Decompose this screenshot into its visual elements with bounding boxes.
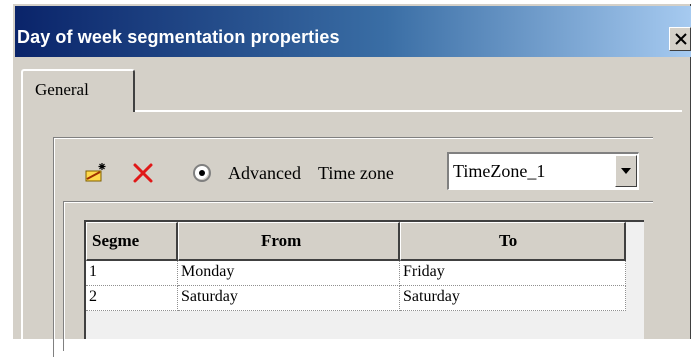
close-x-icon [675,33,687,45]
general-tab-panel [21,110,682,350]
close-button[interactable] [669,27,691,51]
dialog-title: Day of week segmentation properties [17,27,340,47]
tab-general-label: General [35,80,89,99]
title-bar[interactable]: Day of week segmentation properties [15,6,691,57]
tab-general[interactable]: General [21,69,135,112]
